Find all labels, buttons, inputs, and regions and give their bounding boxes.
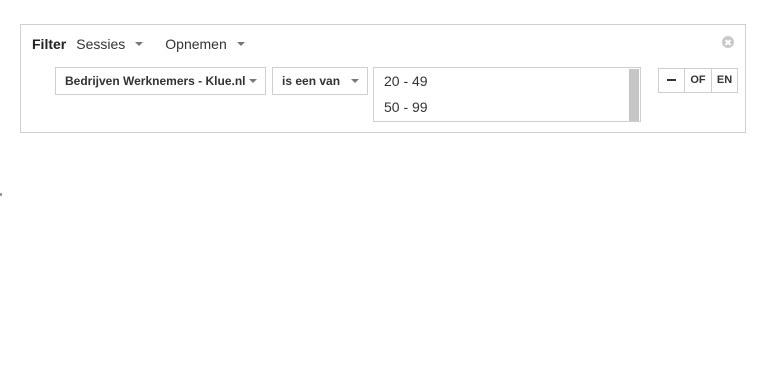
list-item[interactable]: 50 - 99 [374, 94, 640, 120]
dimension-select-value: Bedrijven Werknemers - Klue.nl [65, 74, 246, 88]
remove-condition-button[interactable] [659, 69, 684, 92]
list-item[interactable]: 20 - 49 [374, 68, 640, 94]
filter-panel: Filter Sessies Opnemen Bedrijven Werknem… [20, 24, 746, 133]
close-icon[interactable] [722, 36, 734, 48]
scrollbar[interactable] [629, 69, 639, 121]
action-dropdown[interactable]: Opnemen [165, 36, 245, 52]
chevron-down-icon [135, 42, 144, 46]
operator-select-value: is een van [282, 74, 341, 88]
chevron-down-icon [351, 79, 359, 83]
and-button[interactable]: EN [711, 69, 737, 92]
divider [0, 193, 2, 196]
logic-button-group: OF EN [658, 68, 738, 93]
or-button[interactable]: OF [684, 69, 711, 92]
filter-header: Filter Sessies Opnemen [32, 35, 267, 53]
chevron-down-icon [249, 79, 257, 83]
chevron-down-icon [236, 42, 245, 46]
scope-dropdown[interactable]: Sessies [76, 36, 144, 52]
dimension-select[interactable]: Bedrijven Werknemers - Klue.nl [55, 67, 266, 95]
values-listbox[interactable]: 20 - 49 50 - 99 [373, 67, 641, 122]
filter-title: Filter [32, 36, 67, 52]
minus-icon [667, 79, 676, 82]
action-dropdown-label: Opnemen [165, 36, 227, 52]
operator-select[interactable]: is een van [272, 67, 368, 95]
scope-dropdown-label: Sessies [76, 36, 126, 52]
